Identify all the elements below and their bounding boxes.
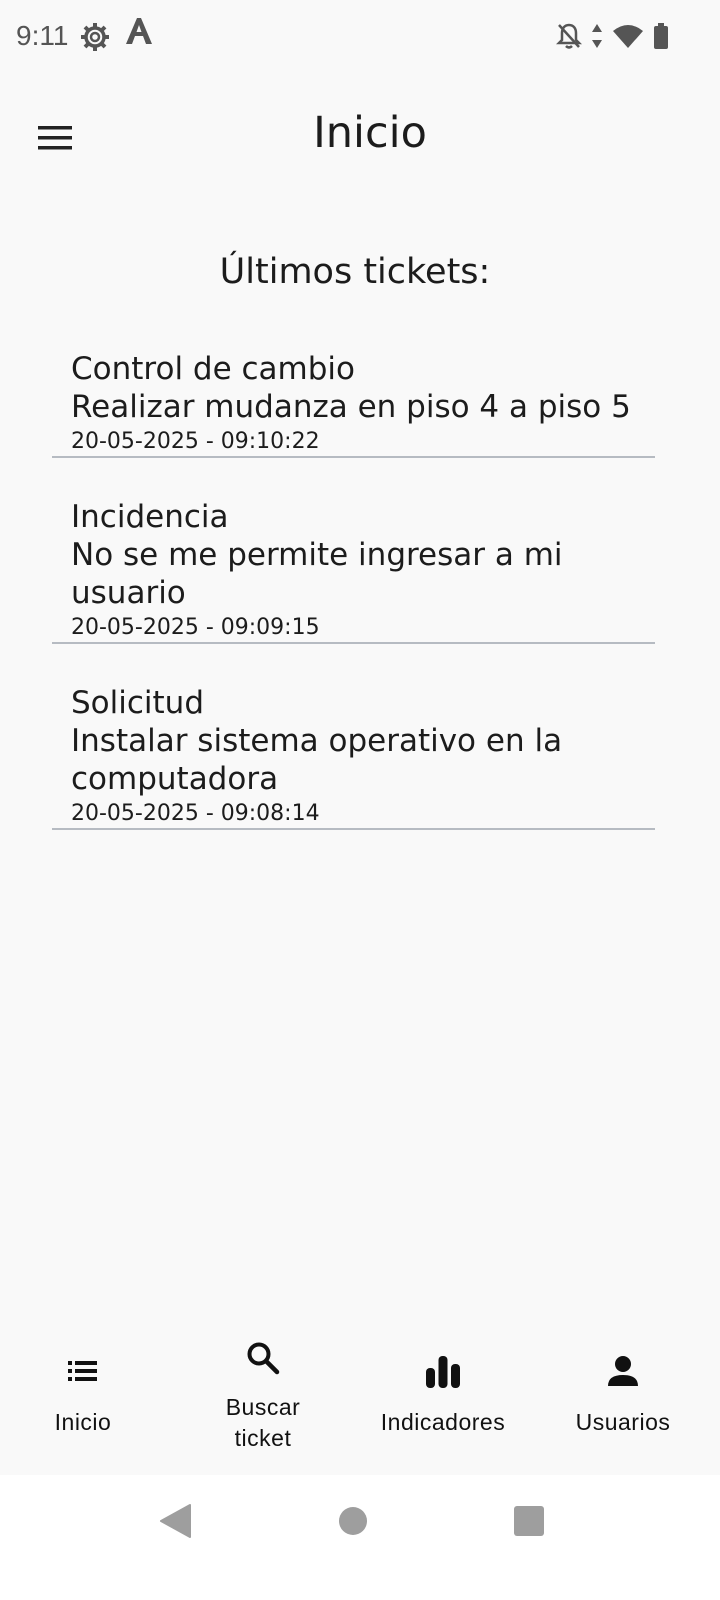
notifications-off-icon xyxy=(555,22,583,54)
data-arrows-icon xyxy=(590,22,604,54)
nav-item-buscar-ticket[interactable]: Buscar ticket xyxy=(173,1330,353,1475)
status-icons xyxy=(555,22,670,54)
ticket-description: Instalar sistema operativo en la computa… xyxy=(71,723,563,797)
ticket-type: Solicitud xyxy=(71,685,205,721)
ticket-item[interactable]: Control de cambio Realizar mudanza en pi… xyxy=(52,350,655,458)
section-title: Últimos tickets: xyxy=(219,252,491,292)
home-icon[interactable] xyxy=(337,1505,369,1541)
wifi-icon xyxy=(612,23,644,53)
nav-label-usuarios: Usuarios xyxy=(575,1409,671,1435)
list-icon xyxy=(0,1358,173,1384)
ticket-type: Incidencia xyxy=(71,499,229,535)
system-navigation-bar xyxy=(0,1475,720,1600)
recents-icon[interactable] xyxy=(513,1505,545,1541)
ticket-datetime: 20-05-2025 - 09:08:14 xyxy=(71,801,320,826)
status-time: 9:11 xyxy=(16,20,69,51)
nav-item-usuarios[interactable]: Usuarios xyxy=(533,1330,713,1475)
nav-item-inicio[interactable]: Inicio xyxy=(0,1330,173,1475)
font-a-icon xyxy=(124,16,154,54)
ticket-item[interactable]: Incidencia No se me permite ingresar a m… xyxy=(52,498,655,644)
nav-label-inicio: Inicio xyxy=(54,1409,112,1435)
battery-icon xyxy=(652,22,670,54)
nav-label-buscar: Buscar xyxy=(225,1394,301,1420)
ticket-description: No se me permite ingresar a mi usuario xyxy=(71,537,563,611)
nav-label-ticket: ticket xyxy=(234,1425,292,1451)
ticket-description: Realizar mudanza en piso 4 a piso 5 xyxy=(71,389,631,425)
nav-item-indicadores[interactable]: Indicadores xyxy=(353,1330,533,1475)
ticket-list: Control de cambio Realizar mudanza en pi… xyxy=(52,350,655,830)
nav-label-indicadores: Indicadores xyxy=(380,1409,506,1435)
back-icon[interactable] xyxy=(158,1503,192,1543)
person-icon xyxy=(533,1354,713,1388)
bottom-navigation: Inicio Buscar ticket Indicadores Usuario… xyxy=(0,1330,720,1475)
ticket-type: Control de cambio xyxy=(71,351,356,387)
search-icon xyxy=(173,1340,353,1376)
ticket-datetime: 20-05-2025 - 09:10:22 xyxy=(71,429,320,454)
bar-chart-icon xyxy=(353,1354,533,1390)
screen: 9:11 Inicio Últimos tickets: Control de … xyxy=(0,0,720,1600)
status-bar: 9:11 xyxy=(0,0,720,78)
ticket-item[interactable]: Solicitud Instalar sistema operativo en … xyxy=(52,684,655,830)
ticket-datetime: 20-05-2025 - 09:09:15 xyxy=(71,615,320,640)
page-title: Inicio xyxy=(313,108,427,158)
settings-gear-icon xyxy=(80,22,110,56)
